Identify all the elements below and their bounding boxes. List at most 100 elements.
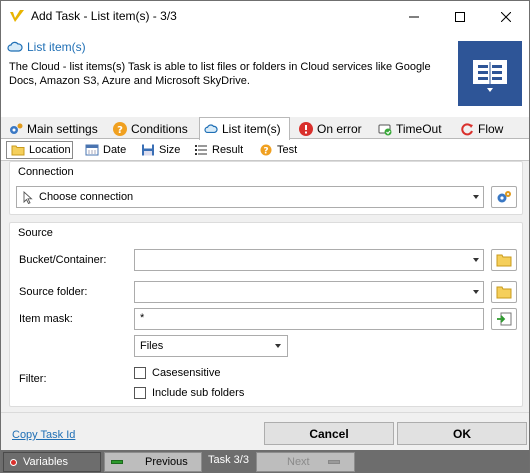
variables-label: Variables <box>23 456 69 468</box>
chevron-down-icon <box>473 290 479 294</box>
title-bar: Add Task - List item(s) - 3/3 <box>1 1 529 32</box>
previous-button[interactable]: Previous <box>104 452 202 472</box>
next-arrow-icon <box>327 460 340 464</box>
tab-list-items[interactable]: List item(s) <box>199 117 290 140</box>
cursor-icon <box>23 190 33 207</box>
gears-icon <box>497 191 511 203</box>
disk-icon <box>141 144 155 156</box>
connection-group: Connection Choose connection <box>9 161 523 215</box>
tab-label: Flow <box>478 122 504 136</box>
bucket-container-select[interactable] <box>134 249 484 271</box>
source-group: Source Bucket/Container: Source folder: … <box>9 222 523 407</box>
connection-group-title: Connection <box>18 166 74 178</box>
svg-text:?: ? <box>117 125 123 136</box>
subtab-test[interactable]: ? Test <box>255 141 297 159</box>
gears-icon <box>9 122 23 136</box>
source-folder-select[interactable] <box>134 281 484 303</box>
chevron-down-icon <box>275 344 281 348</box>
svg-text:?: ? <box>263 147 268 157</box>
subtab-label: Date <box>103 144 127 156</box>
minimize-button[interactable] <box>391 1 437 32</box>
calendar-icon <box>85 144 99 156</box>
folder-icon <box>496 286 512 299</box>
error-icon <box>299 122 313 136</box>
filter-type-select[interactable]: Files <box>134 335 288 357</box>
subtab-result[interactable]: Result <box>190 141 243 159</box>
tab-timeout[interactable]: TimeOut <box>374 119 442 139</box>
app-logo-icon <box>9 9 25 23</box>
filter-label: Filter: <box>19 373 47 385</box>
cloud-icon <box>204 122 218 136</box>
source-folder-label: Source folder: <box>19 286 88 298</box>
copy-task-id-link[interactable]: Copy Task Id <box>12 429 75 441</box>
previous-arrow-icon <box>111 460 123 464</box>
subtab-size[interactable]: Size <box>137 141 180 159</box>
subtab-date[interactable]: Date <box>81 141 126 159</box>
maximize-icon <box>455 11 465 22</box>
timeout-icon <box>378 122 392 136</box>
tab-main-settings[interactable]: Main settings <box>5 119 98 139</box>
subtab-label: Test <box>277 144 298 156</box>
folder-icon <box>11 144 25 156</box>
variables-button[interactable]: Variables <box>3 452 101 472</box>
connection-select[interactable]: Choose connection <box>16 186 484 208</box>
chevron-down-icon <box>473 258 479 262</box>
include-sub-folders-checkbox[interactable] <box>134 387 146 399</box>
item-mask-input[interactable]: * <box>134 308 484 330</box>
ok-button[interactable]: OK <box>397 422 527 445</box>
connection-settings-button[interactable] <box>491 186 517 208</box>
tab-label: Main settings <box>27 122 98 136</box>
browse-bucket-button[interactable] <box>491 249 517 271</box>
tab-label: On error <box>317 122 362 136</box>
connection-select-value: Choose connection <box>39 191 134 203</box>
document-list-icon <box>458 41 522 106</box>
case-sensitive-label: Casesensitive <box>152 367 221 379</box>
browse-folder-button[interactable] <box>491 281 517 303</box>
subtab-location[interactable]: Location <box>6 141 73 159</box>
folder-icon <box>496 254 512 267</box>
cloud-icon <box>7 40 23 54</box>
bucket-label: Bucket/Container: <box>19 254 107 266</box>
sub-tab-strip: Location Date Size Result ? Test <box>1 139 529 161</box>
main-tab-strip: Main settings ? Conditions List item(s) … <box>1 117 529 140</box>
help-circle-icon: ? <box>259 144 273 157</box>
header-description: The Cloud - list items(s) Task is able t… <box>9 61 431 87</box>
close-button[interactable] <box>483 1 529 32</box>
location-panel: Connection Choose connection Source Buck… <box>1 161 529 412</box>
subtab-label: Location <box>29 144 71 156</box>
insert-arrow-icon <box>497 312 512 326</box>
tab-label: Conditions <box>131 122 188 136</box>
tab-flow[interactable]: Flow <box>456 119 503 139</box>
subtab-label: Result <box>212 144 244 156</box>
tab-conditions[interactable]: ? Conditions <box>109 119 188 139</box>
tab-label: List item(s) <box>222 122 281 136</box>
cancel-button[interactable]: Cancel <box>264 422 394 445</box>
subtab-label: Size <box>159 144 181 156</box>
include-sub-folders-label: Include sub folders <box>152 387 245 399</box>
list-icon <box>194 144 208 156</box>
source-group-title: Source <box>18 227 53 239</box>
add-task-window: Add Task - List item(s) - 3/3 List item(… <box>0 0 530 473</box>
previous-label: Previous <box>145 456 188 468</box>
minimize-icon <box>409 16 419 17</box>
task-header: List item(s) The Cloud - list items(s) T… <box>1 32 529 117</box>
task-counter: Task 3/3 <box>208 454 249 466</box>
chevron-down-icon <box>473 195 479 199</box>
flow-icon <box>460 122 474 136</box>
tab-label: TimeOut <box>396 122 442 136</box>
window-title: Add Task - List item(s) - 3/3 <box>31 9 177 23</box>
case-sensitive-checkbox[interactable] <box>134 367 146 379</box>
maximize-button[interactable] <box>437 1 483 32</box>
next-label: Next <box>287 456 310 468</box>
close-icon <box>501 11 511 22</box>
help-circle-icon: ? <box>113 122 127 136</box>
tab-on-error[interactable]: On error <box>295 119 362 139</box>
next-button[interactable]: Next <box>256 452 355 472</box>
status-bar: Variables Previous Task 3/3 Next <box>1 450 529 473</box>
header-title: List item(s) <box>27 40 86 54</box>
dialog-footer: Copy Task Id Cancel OK <box>1 412 529 450</box>
item-mask-label: Item mask: <box>19 313 73 325</box>
insert-variable-button[interactable] <box>491 308 517 330</box>
record-icon <box>10 458 17 466</box>
filter-type-value: Files <box>140 340 164 352</box>
